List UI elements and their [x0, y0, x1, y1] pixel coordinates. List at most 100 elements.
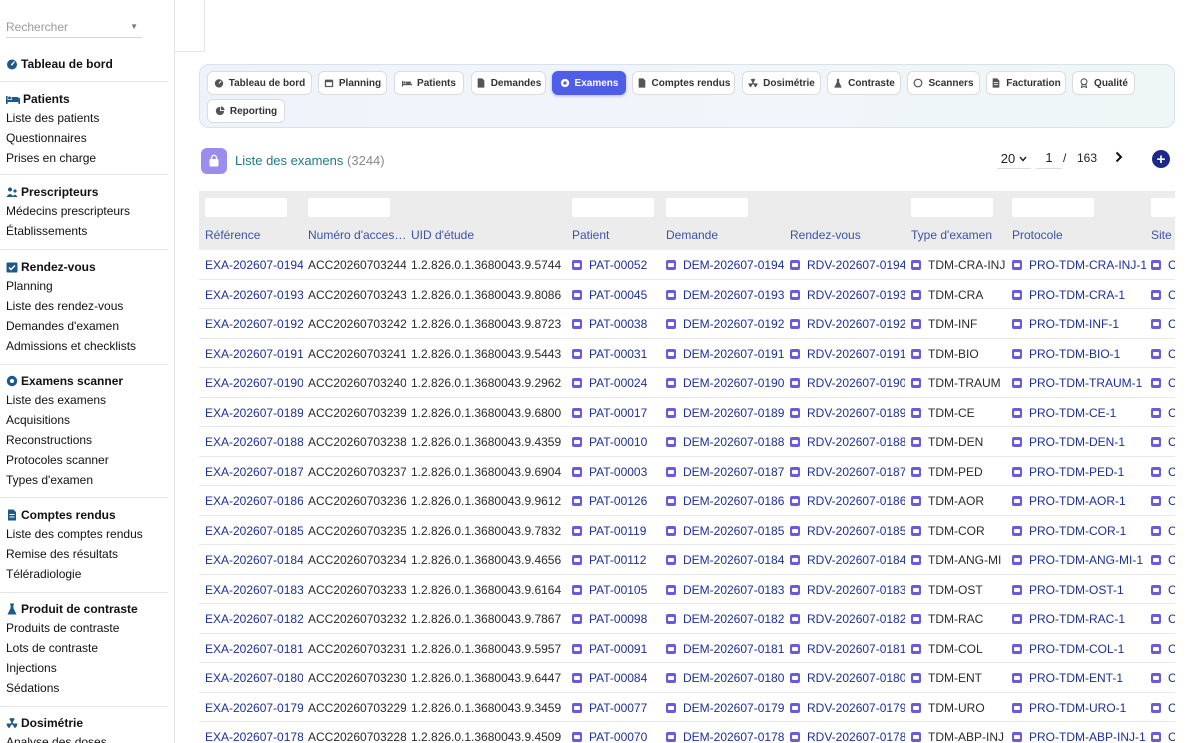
- cell-rendez-vous[interactable]: RDV-202607-0180: [790, 671, 905, 685]
- cell-reference[interactable]: EXA-202607-0188: [205, 435, 303, 449]
- cell-protocole[interactable]: PRO-TDM-RAC-1: [1012, 612, 1146, 626]
- cell-demande[interactable]: DEM-202607-0186: [666, 494, 784, 508]
- table-row[interactable]: EXA-202607-0184 ACC20260703234 1.2.826.0.1…: [199, 545, 1175, 575]
- filter-numero-acces[interactable]: [308, 198, 390, 217]
- sidebar-item-teleradiologie[interactable]: Téléradiologie: [0, 564, 168, 584]
- sidebar-item-sedations[interactable]: Sédations: [0, 678, 168, 698]
- cell-protocole[interactable]: PRO-TDM-CRA-1: [1012, 288, 1146, 302]
- page-size-select[interactable]: 20: [997, 149, 1031, 169]
- cell-reference[interactable]: EXA-202607-0191: [205, 347, 303, 361]
- tab-comptes-rendus[interactable]: Comptes rendus: [632, 71, 735, 95]
- sidebar-item-liste-examens[interactable]: Liste des examens: [0, 390, 168, 410]
- table-row[interactable]: EXA-202607-0180 ACC20260703230 1.2.826.0.1…: [199, 663, 1175, 693]
- sidebar-head-prescripteurs[interactable]: Prescripteurs: [0, 183, 168, 201]
- sidebar-item-protocoles-scanner[interactable]: Protocoles scanner: [0, 450, 168, 470]
- table-row[interactable]: EXA-202607-0181 ACC20260703231 1.2.826.0.1…: [199, 633, 1175, 663]
- sidebar-item-prises-en-charge[interactable]: Prises en charge: [0, 148, 168, 168]
- cell-reference[interactable]: EXA-202607-0180: [205, 671, 303, 685]
- cell-site[interactable]: C: [1151, 317, 1175, 331]
- cell-reference[interactable]: EXA-202607-0192: [205, 317, 303, 331]
- search-box[interactable]: ▼: [6, 17, 142, 38]
- tab-dosimetrie[interactable]: Dosimétrie: [742, 71, 821, 95]
- tab-scanners[interactable]: Scanners: [907, 71, 980, 95]
- cell-protocole[interactable]: PRO-TDM-ENT-1: [1012, 671, 1146, 685]
- table-row[interactable]: EXA-202607-0178 ACC20260703228 1.2.826.0.1…: [199, 722, 1175, 743]
- add-exam-button[interactable]: +: [1152, 150, 1170, 168]
- cell-rendez-vous[interactable]: RDV-202607-0181: [790, 642, 905, 656]
- sidebar-head-comptes-rendus[interactable]: Comptes rendus: [0, 506, 168, 524]
- cell-protocole[interactable]: PRO-TDM-COR-1: [1012, 524, 1146, 538]
- cell-rendez-vous[interactable]: RDV-202607-0190: [790, 376, 905, 390]
- sidebar-head-contraste[interactable]: Produit de contraste: [0, 600, 168, 618]
- cell-demande[interactable]: DEM-202607-0179: [666, 701, 784, 715]
- cell-demande[interactable]: DEM-202607-0191: [666, 347, 784, 361]
- cell-rendez-vous[interactable]: RDV-202607-0193: [790, 288, 905, 302]
- table-row[interactable]: EXA-202607-0193 ACC20260703243 1.2.826.0.1…: [199, 279, 1175, 309]
- cell-demande[interactable]: DEM-202607-0185: [666, 524, 784, 538]
- cell-site[interactable]: C: [1151, 376, 1175, 390]
- sidebar-item-liste-patients[interactable]: Liste des patients: [0, 108, 168, 128]
- tab-facturation[interactable]: Facturation: [986, 71, 1066, 95]
- cell-demande[interactable]: DEM-202607-0187: [666, 465, 784, 479]
- cell-reference[interactable]: EXA-202607-0183: [205, 583, 303, 597]
- cell-site[interactable]: C: [1151, 642, 1175, 656]
- tab-tableau-de-bord[interactable]: Tableau de bord: [207, 71, 312, 95]
- cell-site[interactable]: C: [1151, 553, 1175, 567]
- cell-patient[interactable]: PAT-00045: [572, 288, 662, 302]
- cell-demande[interactable]: DEM-202607-0184: [666, 553, 784, 567]
- table-row[interactable]: EXA-202607-0190 ACC20260703240 1.2.826.0.1…: [199, 368, 1175, 398]
- cell-rendez-vous[interactable]: RDV-202607-0182: [790, 612, 905, 626]
- sidebar-head-dosimetrie[interactable]: Dosimétrie: [0, 714, 168, 732]
- cell-site[interactable]: C: [1151, 494, 1175, 508]
- cell-site[interactable]: C: [1151, 730, 1175, 743]
- cell-rendez-vous[interactable]: RDV-202607-0179: [790, 701, 905, 715]
- sidebar-item-remise-resultats[interactable]: Remise des résultats: [0, 544, 168, 564]
- cell-demande[interactable]: DEM-202607-0188: [666, 435, 784, 449]
- column-header-type-examen[interactable]: Type d'examen: [911, 228, 992, 242]
- cell-demande[interactable]: DEM-202607-0190: [666, 376, 784, 390]
- filter-site[interactable]: [1151, 198, 1175, 217]
- tab-planning[interactable]: Planning: [318, 71, 387, 95]
- sidebar-head-dashboard[interactable]: Tableau de bord: [0, 55, 168, 73]
- sidebar-item-acquisitions[interactable]: Acquisitions: [0, 410, 168, 430]
- cell-rendez-vous[interactable]: RDV-202607-0187: [790, 465, 905, 479]
- cell-demande[interactable]: DEM-202607-0181: [666, 642, 784, 656]
- cell-patient[interactable]: PAT-00112: [572, 553, 662, 567]
- cell-site[interactable]: C: [1151, 435, 1175, 449]
- cell-demande[interactable]: DEM-202607-0180: [666, 671, 784, 685]
- column-header-patient[interactable]: Patient: [572, 228, 609, 242]
- cell-reference[interactable]: EXA-202607-0185: [205, 524, 303, 538]
- cell-patient[interactable]: PAT-00098: [572, 612, 662, 626]
- sidebar-item-produits-contraste[interactable]: Produits de contraste: [0, 618, 168, 638]
- cell-protocole[interactable]: PRO-TDM-COL-1: [1012, 642, 1146, 656]
- tab-qualite[interactable]: Qualité: [1072, 71, 1135, 95]
- sidebar-item-admissions[interactable]: Admissions et checklists: [0, 336, 168, 356]
- cell-patient[interactable]: PAT-00052: [572, 258, 662, 272]
- table-row[interactable]: EXA-202607-0183 ACC20260703233 1.2.826.0.1…: [199, 574, 1175, 604]
- sidebar-item-types-examen[interactable]: Types d'examen: [0, 470, 168, 490]
- table-row[interactable]: EXA-202607-0189 ACC20260703239 1.2.826.0.1…: [199, 397, 1175, 427]
- cell-patient[interactable]: PAT-00038: [572, 317, 662, 331]
- cell-rendez-vous[interactable]: RDV-202607-0189: [790, 406, 905, 420]
- column-header-site[interactable]: Site: [1151, 228, 1172, 242]
- page-number-input[interactable]: 1: [1036, 149, 1062, 169]
- cell-rendez-vous[interactable]: RDV-202607-0184: [790, 553, 905, 567]
- sidebar-head-rendez-vous[interactable]: Rendez-vous: [0, 258, 168, 276]
- cell-site[interactable]: C: [1151, 288, 1175, 302]
- cell-demande[interactable]: DEM-202607-0182: [666, 612, 784, 626]
- cell-reference[interactable]: EXA-202607-0179: [205, 701, 303, 715]
- sidebar-item-planning[interactable]: Planning: [0, 276, 168, 296]
- cell-protocole[interactable]: PRO-TDM-PED-1: [1012, 465, 1146, 479]
- cell-patient[interactable]: PAT-00084: [572, 671, 662, 685]
- cell-reference[interactable]: EXA-202607-0184: [205, 553, 303, 567]
- column-header-protocole[interactable]: Protocole: [1012, 228, 1063, 242]
- cell-patient[interactable]: PAT-00003: [572, 465, 662, 479]
- cell-reference[interactable]: EXA-202607-0178: [205, 730, 303, 743]
- search-input[interactable]: [6, 17, 121, 37]
- column-header-reference[interactable]: Référence: [205, 228, 260, 242]
- sidebar-head-examens-scanner[interactable]: Examens scanner: [0, 372, 168, 390]
- table-row[interactable]: EXA-202607-0182 ACC20260703232 1.2.826.0.1…: [199, 604, 1175, 634]
- cell-demande[interactable]: DEM-202607-0194: [666, 258, 784, 272]
- table-row[interactable]: EXA-202607-0185 ACC20260703235 1.2.826.0.1…: [199, 515, 1175, 545]
- cell-reference[interactable]: EXA-202607-0186: [205, 494, 303, 508]
